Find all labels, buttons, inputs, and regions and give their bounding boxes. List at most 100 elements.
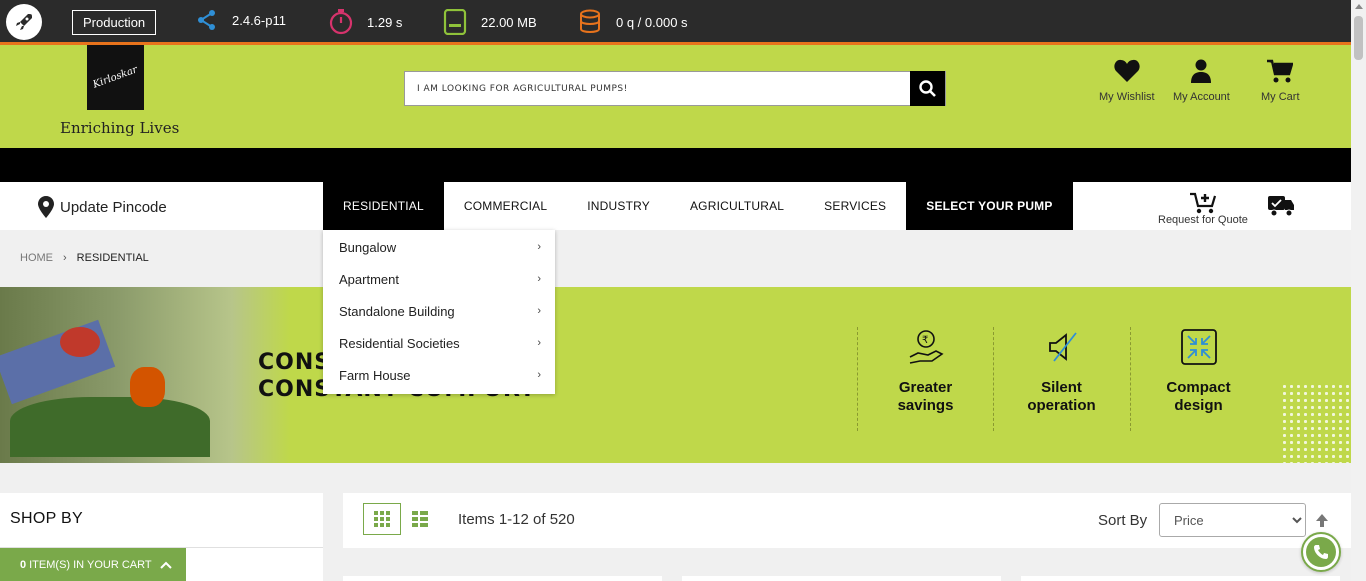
- product-card[interactable]: [682, 576, 1001, 581]
- queries-item[interactable]: 0 q / 0.000 s: [578, 9, 688, 35]
- sort-select[interactable]: Price: [1159, 503, 1306, 537]
- cart-link[interactable]: My Cart: [1261, 59, 1300, 103]
- dropdown-label: Bungalow: [339, 239, 397, 255]
- search-input[interactable]: [405, 72, 910, 105]
- dropdown-label: Residential Societies: [339, 335, 460, 351]
- chevron-right-icon: ›: [537, 273, 541, 285]
- wishlist-link[interactable]: My Wishlist: [1099, 59, 1155, 103]
- wishlist-label: My Wishlist: [1099, 91, 1155, 103]
- logo-wordmark: Kirloskar: [91, 64, 140, 91]
- feature-1-line2: savings: [897, 397, 954, 414]
- chevron-up-icon: [159, 561, 172, 569]
- sort-direction-button[interactable]: [1315, 512, 1329, 531]
- stopwatch-icon: [329, 9, 353, 35]
- compress-icon: [1180, 329, 1217, 365]
- dropdown-item-bungalow[interactable]: Bungalow ›: [323, 231, 555, 263]
- dropdown-item-farm-house[interactable]: Farm House ›: [323, 359, 555, 391]
- banner-photo: [0, 287, 290, 463]
- heart-icon: [1114, 59, 1140, 82]
- account-label: My Account: [1173, 91, 1230, 103]
- cart-count: 0: [20, 558, 27, 571]
- mute-speaker-icon: [1048, 332, 1077, 362]
- dropdown-label: Farm House: [339, 367, 411, 383]
- feature-silent-operation: Silent operation: [993, 327, 1129, 431]
- dropdown-item-apartment[interactable]: Apartment ›: [323, 263, 555, 295]
- brand-logo[interactable]: Kirloskar: [87, 45, 144, 110]
- nav-item-residential[interactable]: RESIDENTIAL: [323, 182, 444, 230]
- feature-compact-design: Compact design: [1130, 327, 1266, 431]
- location-pin-icon: [38, 196, 54, 218]
- quote-label: Request for Quote: [1158, 214, 1248, 226]
- scrollbar-thumb[interactable]: [1354, 16, 1363, 60]
- main-navigation: Update Pincode RESIDENTIAL COMMERCIAL IN…: [0, 182, 1351, 230]
- nav-item-select-your-pump[interactable]: SELECT YOUR PUMP: [906, 182, 1073, 230]
- chevron-right-icon: ›: [537, 337, 541, 349]
- feature-3-line2: design: [1174, 397, 1223, 414]
- site-header: Kirloskar Enriching Lives My Wishlist My…: [0, 45, 1351, 148]
- grid-view-button[interactable]: [363, 503, 401, 535]
- nav-item-industry[interactable]: INDUSTRY: [567, 182, 670, 230]
- nav-item-services[interactable]: SERVICES: [804, 182, 906, 230]
- nav-item-agricultural[interactable]: AGRICULTURAL: [670, 182, 804, 230]
- dropdown-item-standalone-building[interactable]: Standalone Building ›: [323, 295, 555, 327]
- cart-label: My Cart: [1261, 91, 1300, 103]
- search-icon: [918, 79, 936, 97]
- feature-1-line1: Greater: [898, 379, 953, 396]
- list-view-button[interactable]: [411, 503, 429, 535]
- rocket-icon[interactable]: [6, 4, 42, 40]
- category-menu: RESIDENTIAL COMMERCIAL INDUSTRY AGRICULT…: [323, 182, 1073, 230]
- version-text: 2.4.6-p11: [232, 12, 286, 28]
- product-toolbar: Items 1-12 of 520 Sort By Price: [343, 493, 1351, 548]
- breadcrumb-chevron-icon: ›: [63, 252, 67, 264]
- breadcrumb-home[interactable]: HOME: [20, 252, 53, 264]
- call-button[interactable]: [1301, 532, 1341, 572]
- arrow-up-icon: [1316, 514, 1328, 527]
- delivery-truck-icon[interactable]: [1267, 192, 1295, 222]
- cart-tab-label: ITEM(S) IN YOUR CART: [29, 558, 152, 571]
- memory-item[interactable]: 22.00 MB: [443, 9, 537, 35]
- account-link[interactable]: My Account: [1173, 59, 1230, 103]
- page-scrollbar[interactable]: [1351, 0, 1366, 581]
- time-text: 1.29 s: [367, 14, 403, 30]
- request-quote-link[interactable]: Request for Quote: [1158, 192, 1248, 226]
- nav-item-commercial[interactable]: COMMERCIAL: [444, 182, 567, 230]
- dropdown-item-residential-societies[interactable]: Residential Societies ›: [323, 327, 555, 359]
- dropdown-label: Apartment: [339, 271, 399, 287]
- time-item[interactable]: 1.29 s: [329, 9, 402, 35]
- breadcrumb-current: RESIDENTIAL: [76, 252, 149, 264]
- product-card[interactable]: [1021, 576, 1340, 581]
- list-icon: [412, 511, 428, 527]
- svg-text:₹: ₹: [922, 335, 928, 346]
- residential-dropdown: Bungalow › Apartment › Standalone Building…: [323, 230, 555, 394]
- feature-3-line1: Compact: [1166, 379, 1231, 396]
- category-banner: CONS CONSTANT COMFORT ₹ Greatersavings S…: [0, 287, 1351, 463]
- add-to-cart-icon: [1189, 192, 1216, 214]
- user-icon: [1191, 59, 1212, 83]
- cart-icon: [1267, 59, 1294, 83]
- queries-text: 0 q / 0.000 s: [616, 14, 688, 30]
- chevron-right-icon: ›: [537, 369, 541, 381]
- feature-2-line1: Silent: [1041, 379, 1082, 396]
- sort-by-label: Sort By: [1098, 512, 1148, 529]
- shop-by-title: SHOP BY: [0, 493, 323, 548]
- sidebar-filter-area: [186, 548, 323, 581]
- product-card[interactable]: [343, 576, 662, 581]
- header-black-band: [0, 148, 1351, 182]
- rupee-hand-icon: ₹: [909, 330, 944, 364]
- banner-dot-pattern: [1281, 383, 1351, 463]
- search-button[interactable]: [910, 71, 945, 106]
- feature-2-line2: operation: [1027, 397, 1096, 414]
- phone-icon: [1314, 545, 1328, 559]
- brand-tagline: Enriching Lives: [60, 119, 180, 137]
- memory-icon: [443, 9, 467, 35]
- grid-icon: [374, 511, 390, 527]
- version-item[interactable]: 2.4.6-p11: [196, 9, 286, 31]
- chevron-right-icon: ›: [537, 305, 541, 317]
- environment-badge[interactable]: Production: [72, 10, 157, 35]
- scroll-up-arrow-icon[interactable]: [1355, 4, 1363, 9]
- update-pincode-link[interactable]: Update Pincode: [38, 196, 167, 218]
- feature-greater-savings: ₹ Greater savings: [857, 327, 993, 431]
- dropdown-label: Standalone Building: [339, 303, 455, 319]
- pincode-label: Update Pincode: [60, 198, 167, 216]
- mini-cart-tab[interactable]: 0 ITEM(S) IN YOUR CART: [0, 548, 186, 581]
